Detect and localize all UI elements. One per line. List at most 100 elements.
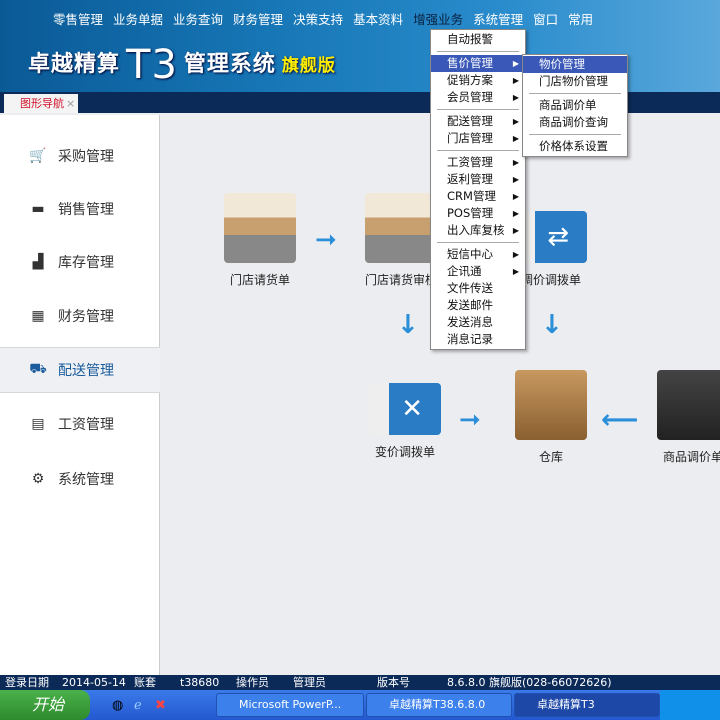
- node-label: 变价调拨单: [374, 445, 435, 459]
- menu-item-label: 促销方案: [447, 73, 493, 87]
- submenu-arrow-icon: ▶: [512, 267, 519, 276]
- warehouse-icon: ▟: [32, 254, 44, 270]
- task-label: Microsoft PowerP...: [239, 698, 342, 711]
- menu-item-price-mgmt[interactable]: 售价管理 ▶: [431, 55, 525, 72]
- menu-item-label: 企讯通: [447, 264, 482, 278]
- menu-item-qixuntong[interactable]: 企讯通 ▶: [431, 263, 525, 280]
- sidebar-item-purchase[interactable]: 🛒 采购管理: [0, 133, 160, 179]
- submenu-arrow-icon: ▶: [512, 226, 519, 235]
- menu-decision[interactable]: 决策支持: [288, 10, 348, 30]
- truck-icon: ⛟: [29, 361, 47, 377]
- arrow-right-icon: ➞: [459, 405, 481, 435]
- menu-item-stock-review[interactable]: 出入库复核 ▶: [431, 222, 525, 239]
- sidebar-item-finance[interactable]: ▦ 财务管理: [0, 293, 160, 339]
- task-folder[interactable]: 卓越精算T38.6.8.0: [366, 693, 512, 717]
- status-bar: 登录日期 2014-05-14 账套 t38680 操作员 管理员 版本号 8.…: [0, 675, 720, 690]
- start-label: 开始: [32, 695, 65, 714]
- menu-separator: [437, 150, 519, 151]
- start-button[interactable]: 开始: [0, 690, 90, 720]
- menu-enhanced[interactable]: 增强业务: [408, 10, 468, 30]
- logo-version: T3: [126, 42, 178, 88]
- sidebar-item-distribution[interactable]: ⛟ 配送管理: [0, 347, 160, 393]
- menu-common[interactable]: 常用: [563, 10, 598, 30]
- ie-icon[interactable]: ℯ: [134, 698, 142, 713]
- node-label: 门店请货单: [229, 273, 290, 287]
- sidebar-item-payroll[interactable]: ▤ 工资管理: [0, 401, 160, 447]
- arrow-right-icon: ➞: [315, 225, 337, 255]
- price-submenu: 物价管理 门店物价管理 商品调价单 商品调价查询 价格体系设置: [522, 54, 628, 157]
- store-search-icon: [365, 193, 437, 263]
- arrow-down-icon: ↓: [397, 310, 419, 340]
- sidebar-item-label: 系统管理: [58, 472, 114, 488]
- submenu-arrow-icon: ▶: [512, 175, 519, 184]
- close-icon[interactable]: ×: [66, 97, 75, 110]
- menu-item-rebate[interactable]: 返利管理 ▶: [431, 171, 525, 188]
- menu-item-send-message[interactable]: 发送消息: [431, 314, 525, 331]
- menu-item-pos[interactable]: POS管理 ▶: [431, 205, 525, 222]
- sidebar-item-inventory[interactable]: ▟ 库存管理: [0, 239, 160, 285]
- system-tray: [660, 690, 720, 720]
- submenu-item-store-price[interactable]: 门店物价管理: [523, 73, 627, 90]
- menu-item-file-transfer[interactable]: 文件传送: [431, 280, 525, 297]
- sidebar-item-system[interactable]: ⚙ 系统管理: [0, 456, 160, 502]
- sidebar-item-label: 库存管理: [58, 255, 114, 271]
- sidebar: 🛒 采购管理 ▬ 销售管理 ▟ 库存管理 ▦ 财务管理 ⛟ 配送管理 ▤ 工资管理 ⚙ 系统管…: [0, 115, 160, 675]
- menu-item-label: 出入库复核: [447, 223, 505, 237]
- menu-separator: [529, 134, 621, 135]
- submenu-item-price-system[interactable]: 价格体系设置: [523, 138, 627, 155]
- menu-item-label: 售价管理: [447, 56, 493, 70]
- tab-graphic-nav[interactable]: 图形导航 ×: [4, 94, 78, 113]
- menu-separator: [437, 242, 519, 243]
- menu-item-crm[interactable]: CRM管理 ▶: [431, 188, 525, 205]
- menu-system[interactable]: 系统管理: [468, 10, 528, 30]
- browser-icon[interactable]: ◍: [112, 698, 123, 713]
- node-product-price-adjust[interactable]: 商品调价单: [643, 370, 720, 465]
- menu-item-store[interactable]: 门店管理 ▶: [431, 130, 525, 147]
- task-t3-app[interactable]: 卓越精算T3: [514, 693, 660, 717]
- calculator-icon: ▦: [31, 308, 45, 324]
- node-label: 商品调价单: [662, 450, 720, 464]
- operator-label: 操作员: [236, 676, 269, 689]
- node-warehouse[interactable]: 仓库: [501, 370, 601, 465]
- task-label: 卓越精算T3: [537, 698, 595, 711]
- menu-item-label: 配送管理: [447, 114, 493, 128]
- submenu-item-price-adjust[interactable]: 商品调价单: [523, 97, 627, 114]
- node-label: 仓库: [538, 450, 563, 464]
- menu-item-label: 门店管理: [447, 131, 493, 145]
- sidebar-item-label: 销售管理: [58, 202, 114, 218]
- menu-documents[interactable]: 业务单据: [108, 10, 168, 30]
- app-x-icon[interactable]: ✖: [155, 698, 166, 713]
- node-store-request[interactable]: 门店请货单: [210, 193, 310, 288]
- store-icon: [224, 193, 296, 263]
- login-date: 2014-05-14: [62, 676, 126, 689]
- menu-item-sms[interactable]: 短信中心 ▶: [431, 246, 525, 263]
- menu-basic[interactable]: 基本资料: [348, 10, 408, 30]
- logo-edition: 旗舰版: [281, 56, 336, 76]
- menu-item-auto-alarm[interactable]: 自动报警: [431, 31, 525, 48]
- menu-window[interactable]: 窗口: [528, 10, 563, 30]
- menu-item-promotion[interactable]: 促销方案 ▶: [431, 72, 525, 89]
- sidebar-item-label: 工资管理: [58, 417, 114, 433]
- task-label: 卓越精算T38.6.8.0: [389, 698, 486, 711]
- cash-icon: ▤: [31, 416, 45, 432]
- menu-retail[interactable]: 零售管理: [48, 10, 108, 30]
- menu-query[interactable]: 业务查询: [168, 10, 228, 30]
- menu-item-message-log[interactable]: 消息记录: [431, 331, 525, 348]
- tab-label: 图形导航: [20, 97, 64, 110]
- menu-finance[interactable]: 财务管理: [228, 10, 288, 30]
- submenu-item-price[interactable]: 物价管理: [523, 56, 627, 73]
- arrow-down-icon: ↓: [541, 310, 563, 340]
- submenu-item-price-adjust-query[interactable]: 商品调价查询: [523, 114, 627, 131]
- node-variable-price-transfer[interactable]: ✕ 变价调拨单: [355, 365, 455, 460]
- sidebar-item-label: 采购管理: [58, 149, 114, 165]
- menu-item-member[interactable]: 会员管理 ▶: [431, 89, 525, 106]
- task-powerpoint[interactable]: Microsoft PowerP...: [216, 693, 364, 717]
- menu-separator: [437, 51, 519, 52]
- menu-item-payroll[interactable]: 工资管理 ▶: [431, 154, 525, 171]
- menu-item-distribution[interactable]: 配送管理 ▶: [431, 113, 525, 130]
- warehouse-box-icon: [515, 370, 587, 440]
- sidebar-item-sales[interactable]: ▬ 销售管理: [0, 186, 160, 232]
- version-label: 版本号: [377, 676, 410, 689]
- operator-value: 管理员: [293, 676, 326, 689]
- menu-item-send-email[interactable]: 发送邮件: [431, 297, 525, 314]
